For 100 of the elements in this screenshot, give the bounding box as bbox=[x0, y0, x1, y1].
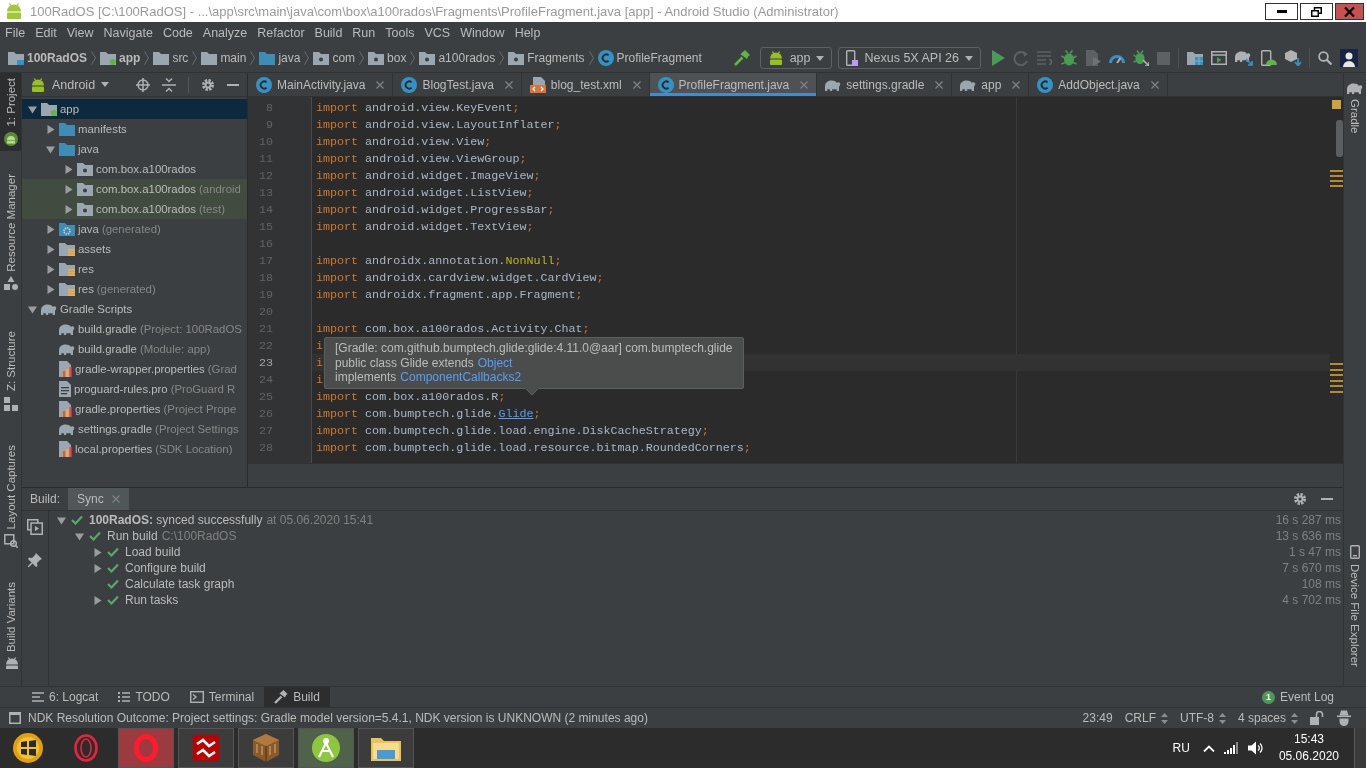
tree-item[interactable]: build.gradle (Project: 100RadOS bbox=[22, 319, 247, 339]
tree-item[interactable]: settings.gradle (Project Settings bbox=[22, 419, 247, 439]
caret-right-icon[interactable] bbox=[93, 563, 102, 573]
tree-item[interactable]: java (generated) bbox=[22, 219, 247, 239]
bug-icon[interactable] bbox=[1061, 50, 1077, 66]
speaker-icon[interactable] bbox=[1247, 741, 1264, 755]
tree-item[interactable]: com.box.a100rados (test) bbox=[22, 199, 247, 219]
tree-item[interactable]: com.box.a100rados (android bbox=[22, 179, 247, 199]
caret-right-icon[interactable] bbox=[93, 595, 102, 605]
settings-icon[interactable] bbox=[1293, 492, 1307, 506]
collapse-icon[interactable] bbox=[162, 77, 176, 92]
code-link[interactable]: Glide bbox=[498, 406, 534, 421]
folder-grid-icon[interactable] bbox=[1187, 51, 1203, 65]
breadcrumb[interactable]: box bbox=[368, 51, 407, 65]
breadcrumb[interactable]: main bbox=[201, 51, 247, 65]
menu-item[interactable]: Build bbox=[309, 26, 348, 40]
build-step[interactable]: 100RadOS: synced successfully at 05.06.2020 15:41 16 s 287 ms bbox=[49, 512, 1343, 528]
menu-item[interactable]: Window bbox=[455, 26, 510, 40]
caret-down-icon[interactable] bbox=[57, 515, 66, 525]
close-icon[interactable] bbox=[1150, 80, 1159, 89]
close-icon[interactable] bbox=[504, 80, 513, 89]
build-step[interactable]: Calculate task graph 108 ms bbox=[49, 576, 1343, 592]
close-icon[interactable] bbox=[632, 80, 641, 89]
caret-right-icon[interactable] bbox=[46, 244, 55, 254]
chevron-up-icon[interactable] bbox=[1202, 744, 1215, 752]
window-icon[interactable] bbox=[9, 712, 21, 724]
menu-item[interactable]: Refactor bbox=[252, 26, 310, 40]
crosshair-icon[interactable] bbox=[136, 77, 150, 92]
taskbar-clock[interactable]: 15:43 05.06.2020 bbox=[1278, 731, 1339, 765]
settings-icon[interactable] bbox=[201, 77, 215, 92]
hammer-icon[interactable] bbox=[733, 50, 750, 66]
person-hat-icon[interactable] bbox=[1336, 710, 1352, 726]
tool-window-tab[interactable]: 1: Project bbox=[0, 73, 21, 151]
menu-item[interactable]: Run bbox=[347, 26, 381, 40]
tool-window-button[interactable]: TODO bbox=[108, 687, 180, 707]
restore-button[interactable] bbox=[1300, 3, 1333, 20]
tree-item[interactable]: res bbox=[22, 259, 247, 279]
menu-item[interactable]: Edit bbox=[30, 26, 62, 40]
breadcrumb[interactable]: ProfileFragment bbox=[597, 50, 702, 66]
minimize-button[interactable] bbox=[1265, 3, 1298, 20]
tree-item[interactable]: com.box.a100rados bbox=[22, 159, 247, 179]
close-button[interactable] bbox=[1335, 3, 1364, 20]
taskbar-button[interactable] bbox=[298, 728, 354, 768]
tool-window-tab[interactable]: Device File Explorer bbox=[1344, 540, 1366, 672]
tree-item[interactable]: res (generated) bbox=[22, 279, 247, 299]
menu-item[interactable]: Code bbox=[157, 26, 198, 40]
document-play-icon[interactable] bbox=[1085, 50, 1101, 66]
build-step[interactable]: Run tasks 4 s 702 ms bbox=[49, 592, 1343, 608]
tree-item[interactable]: build.gradle (Module: app) bbox=[22, 339, 247, 359]
window-play-icon[interactable] bbox=[27, 519, 43, 535]
error-stripe-mark[interactable] bbox=[1330, 368, 1343, 371]
tool-window-button[interactable]: Terminal bbox=[179, 687, 265, 707]
tree-item[interactable]: assets bbox=[22, 239, 247, 259]
indent-selector[interactable]: 4 spaces bbox=[1237, 711, 1298, 725]
breadcrumb[interactable]: java bbox=[259, 51, 301, 65]
tool-window-tab[interactable]: Resource Manager bbox=[0, 168, 21, 296]
tree-item[interactable]: proguard-rules.pro (ProGuard R bbox=[22, 379, 247, 399]
tool-window-tab[interactable]: Layout Captures bbox=[0, 439, 21, 553]
tool-window-tab[interactable]: Build Variants bbox=[0, 576, 21, 674]
breadcrumb[interactable]: a100rados bbox=[419, 51, 496, 65]
caret-right-icon[interactable] bbox=[64, 204, 73, 214]
menu-item[interactable]: View bbox=[61, 26, 99, 40]
gauge-icon[interactable] bbox=[1109, 53, 1125, 63]
editor-tab[interactable]: BlogTest.java bbox=[393, 73, 522, 96]
close-icon[interactable] bbox=[376, 80, 385, 89]
build-step[interactable]: Load build 1 s 47 ms bbox=[49, 544, 1343, 560]
build-tab[interactable]: Sync bbox=[68, 488, 129, 510]
caret-down-icon[interactable] bbox=[46, 144, 55, 154]
caret-right-icon[interactable] bbox=[46, 284, 55, 294]
caret-right-icon[interactable] bbox=[64, 164, 73, 174]
menu-item[interactable]: Navigate bbox=[98, 26, 158, 40]
play-icon[interactable] bbox=[991, 50, 1005, 66]
pin-icon[interactable] bbox=[28, 553, 42, 567]
search-icon[interactable] bbox=[1318, 51, 1332, 65]
editor-tab[interactable]: blog_test.xml bbox=[521, 73, 650, 96]
tree-item[interactable]: local.properties (SDK Location) bbox=[22, 439, 247, 459]
breadcrumb[interactable]: 100RadOS bbox=[8, 51, 88, 65]
encoding-selector[interactable]: UTF-8 bbox=[1179, 711, 1226, 725]
tree-item[interactable]: manifests bbox=[22, 119, 247, 139]
screen-play-icon[interactable] bbox=[1211, 51, 1227, 65]
phone-android-icon[interactable] bbox=[1261, 50, 1277, 66]
tool-window-button[interactable]: 6: Logcat bbox=[22, 687, 109, 707]
editor-tab[interactable]: app bbox=[952, 73, 1030, 96]
breadcrumb[interactable]: app bbox=[100, 51, 141, 65]
tool-window-tab[interactable]: Gradle bbox=[1344, 77, 1366, 139]
close-icon[interactable] bbox=[1012, 80, 1021, 89]
taskbar-button[interactable] bbox=[358, 728, 414, 768]
menu-item[interactable]: File bbox=[0, 26, 31, 40]
tree-item[interactable]: Gradle Scripts bbox=[22, 299, 247, 319]
bug-arrow-icon[interactable] bbox=[1133, 50, 1149, 66]
caret-right-icon[interactable] bbox=[46, 224, 55, 234]
editor-tab[interactable]: settings.gradle bbox=[817, 73, 953, 96]
doc-link[interactable]: Object bbox=[477, 355, 513, 370]
error-stripe-mark[interactable] bbox=[1330, 379, 1343, 382]
caret-right-icon[interactable] bbox=[46, 264, 55, 274]
elephant-arrow-icon[interactable] bbox=[1235, 50, 1253, 66]
build-step[interactable]: Configure build 7 s 670 ms bbox=[49, 560, 1343, 576]
caret-position[interactable]: 23:49 bbox=[1082, 711, 1113, 725]
signal-icon[interactable] bbox=[1223, 742, 1239, 754]
build-step[interactable]: Run build C:\100RadOS 13 s 636 ms bbox=[49, 528, 1343, 544]
